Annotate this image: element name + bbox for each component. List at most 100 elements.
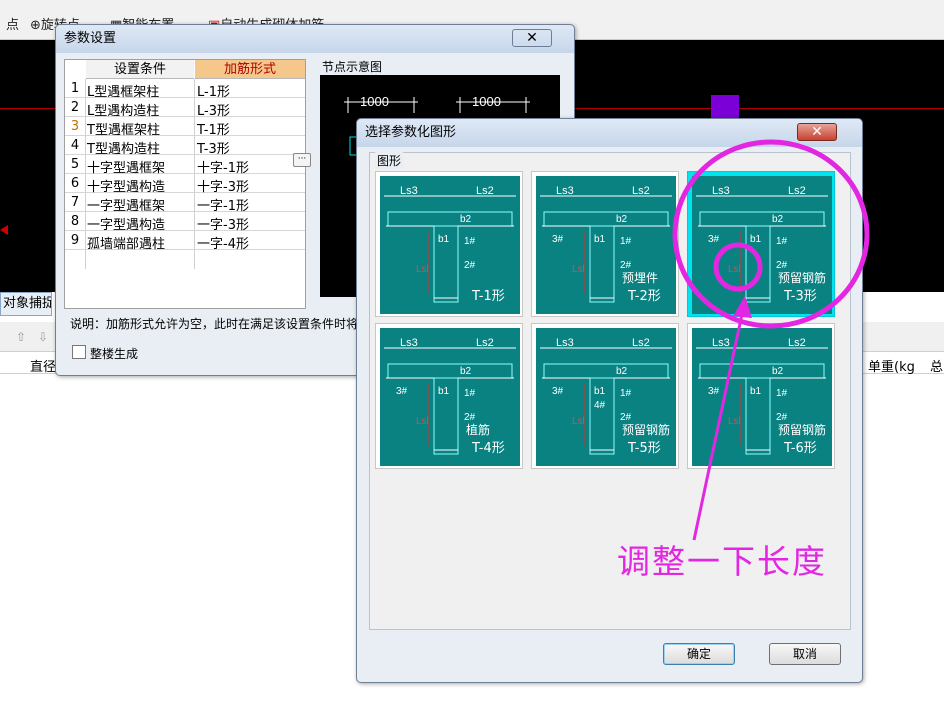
bar-2: 2# (776, 260, 788, 271)
annotation-callout-text: 调整一下长度 (617, 542, 827, 581)
col-unit-weight: 单重(kg (868, 360, 915, 375)
dim-b1: b1 (594, 386, 606, 397)
node-diagram-label: 节点示意图 (322, 60, 383, 74)
shape-tile[interactable]: Ls3 Ls2 b2 b1 Lsl 1# 2# 3# 4# 预留钢筋 T-5形 (531, 323, 679, 469)
move-down-icon[interactable]: ⇩ (38, 330, 48, 344)
bar-1: 1# (620, 388, 632, 399)
dim-ls2: Ls2 (788, 185, 806, 197)
row-number: 5 (70, 157, 80, 172)
toolbar-point[interactable]: 点 (6, 14, 19, 33)
params-row[interactable]: 5 十字型遇框架 十字-1形 (65, 155, 305, 176)
shape-sub-label: 预留钢筋 (622, 422, 670, 437)
move-up-icon[interactable]: ⇧ (16, 330, 26, 344)
object-snap-button[interactable]: 对象捕捉 (0, 292, 52, 316)
dim-lsl: Lsl (572, 416, 585, 427)
shape-sub-label: 预留钢筋 (778, 422, 826, 437)
dim-ls2: Ls2 (476, 185, 494, 197)
form-ellipsis-button[interactable]: ··· (293, 153, 311, 167)
shape-tile[interactable]: Ls3 Ls2 b2 b1 Lsl 1# 2# 3# 预埋件 T-2形 (531, 171, 679, 317)
params-table: 设置条件 加筋形式 1 L型遇框架柱 L-1形 2 L型遇构造柱 L-3形 3 T型遇框架柱 T… (64, 59, 311, 309)
shape-tile[interactable]: Ls3 Ls2 b2 b1 Lsl 1# 2# 3# 植筋 T-4形 (375, 323, 523, 469)
select-dialog-title: 选择参数化图形 (357, 119, 862, 147)
dim-ls2: Ls2 (788, 337, 806, 349)
bar-1: 1# (464, 236, 476, 247)
shape-sub-label: 植筋 (466, 422, 490, 437)
bar-1: 1# (776, 236, 788, 247)
dim-lsl: Lsl (728, 416, 741, 427)
params-row[interactable]: 1 L型遇框架柱 L-1形 (65, 79, 305, 100)
shape-thumbnail: Ls3 Ls2 b2 b1 Lsl 1# 2# 3# 预留钢筋 T-3形 (692, 176, 832, 314)
dim-b2: b2 (616, 214, 628, 225)
bar-3: 3# (396, 386, 408, 397)
dim-b1: b1 (438, 386, 450, 397)
dim-right: 1000 (472, 94, 501, 109)
shape-tile[interactable]: Ls3 Ls2 b2 b1 Lsl 1# 2# 3# 预留钢筋 T-3形 (687, 171, 835, 317)
params-row[interactable]: 4 T型遇构造柱 T-3形 (65, 136, 305, 157)
dim-lsl: Lsl (416, 416, 429, 427)
header-condition: 设置条件 (86, 60, 194, 79)
shape-sub-label: 预留钢筋 (778, 270, 826, 285)
row-number: 3 (70, 119, 80, 134)
shape-thumbnail: Ls3 Ls2 b2 b1 Lsl 1# 2# 3# 预埋件 T-2形 (536, 176, 676, 314)
dim-b2: b2 (460, 366, 472, 377)
dim-b1: b1 (750, 234, 762, 245)
params-row[interactable]: 2 L型遇构造柱 L-3形 (65, 98, 305, 119)
dim-ls2: Ls2 (632, 185, 650, 197)
shape-thumbnail: Ls3 Ls2 b2 b1 Lsl 1# 2# 3# 植筋 T-4形 (380, 328, 520, 466)
params-row[interactable]: 8 一字型遇构造 一字-3形 (65, 212, 305, 233)
bar-1: 1# (776, 388, 788, 399)
bar-3: 3# (552, 234, 564, 245)
shape-name: T-5形 (627, 441, 661, 456)
dim-b1: b1 (594, 234, 606, 245)
dim-b2: b2 (772, 366, 784, 377)
shape-tile[interactable]: Ls3 Ls2 b2 b1 Lsl 1# 2# 3# 预留钢筋 T-6形 (687, 323, 835, 469)
shape-name: T-1形 (471, 289, 505, 304)
dim-b1: b1 (438, 234, 450, 245)
dim-ls2: Ls2 (632, 337, 650, 349)
shape-thumbnail: Ls3 Ls2 b2 b1 Lsl 1# 2# 3# 预留钢筋 T-6形 (692, 328, 832, 466)
params-note: 说明：加筋形式允许为空，此时在满足该设置条件时将 (70, 317, 359, 331)
shape-thumbnail: Ls3 Ls2 b2 b1 Lsl 1# 2# T-1形 (380, 176, 520, 314)
select-close-button[interactable]: ✕ (797, 123, 837, 141)
bar-2: 2# (464, 260, 476, 271)
params-row[interactable]: 7 一字型遇框架 一字-1形 (65, 193, 305, 214)
shape-drawing: Ls3 Ls2 b2 b1 Lsl 1# 2# 3# 预埋件 T-2形 (540, 185, 672, 304)
params-row[interactable]: 9 孤墙端部遇柱 一字-4形 (65, 231, 305, 252)
shape-name: T-2形 (627, 289, 661, 304)
cancel-button[interactable]: 取消 (769, 643, 841, 665)
params-close-button[interactable]: ✕ (512, 29, 552, 47)
shape-name: T-4形 (471, 441, 505, 456)
shape-drawing: Ls3 Ls2 b2 b1 Lsl 1# 2# T-1形 (384, 185, 516, 304)
dim-b2: b2 (616, 366, 628, 377)
row-number: 6 (70, 176, 80, 191)
bar-1: 1# (620, 236, 632, 247)
dim-left: 1000 (360, 94, 389, 109)
dim-b1: b1 (750, 386, 762, 397)
dim-b2: b2 (460, 214, 472, 225)
header-reinforce-form: 加筋形式 (195, 60, 305, 79)
dim-b2: b2 (772, 214, 784, 225)
shape-name: T-3形 (783, 289, 817, 304)
params-row[interactable]: 6 十字型遇构造 十字-3形 (65, 174, 305, 195)
bar-1: 1# (464, 388, 476, 399)
bar-2: 2# (620, 412, 632, 423)
row-form[interactable]: 一字-4形 (197, 233, 249, 252)
bar-3: 3# (708, 234, 720, 245)
dim-ls3: Ls3 (556, 337, 574, 349)
row-number: 7 (70, 195, 80, 210)
dim-ls3: Ls3 (556, 185, 574, 197)
ok-button[interactable]: 确定 (663, 643, 735, 665)
params-row[interactable]: 3 T型遇框架柱 T-1形 (65, 117, 305, 138)
shape-drawing: Ls3 Ls2 b2 b1 Lsl 1# 2# 3# 4# 预留钢筋 T-5形 (540, 337, 672, 456)
row-number: 4 (70, 138, 80, 153)
dim-lsl: Lsl (572, 264, 585, 275)
select-shape-dialog: 选择参数化图形 ✕ 图形 Ls3 Ls2 b2 b1 Lsl 1# 2# T-1形 Ls3 Ls2… (356, 118, 863, 683)
whole-building-checkbox[interactable] (72, 345, 86, 359)
params-dialog-title: 参数设置 (56, 25, 574, 53)
col-diameter: 直径 (30, 360, 57, 375)
shape-tile[interactable]: Ls3 Ls2 b2 b1 Lsl 1# 2# T-1形 (375, 171, 523, 317)
whole-building-label: 整楼生成 (90, 347, 139, 361)
dim-lsl: Lsl (416, 264, 429, 275)
col-total: 总 (930, 360, 944, 375)
row-number: 1 (70, 81, 80, 96)
